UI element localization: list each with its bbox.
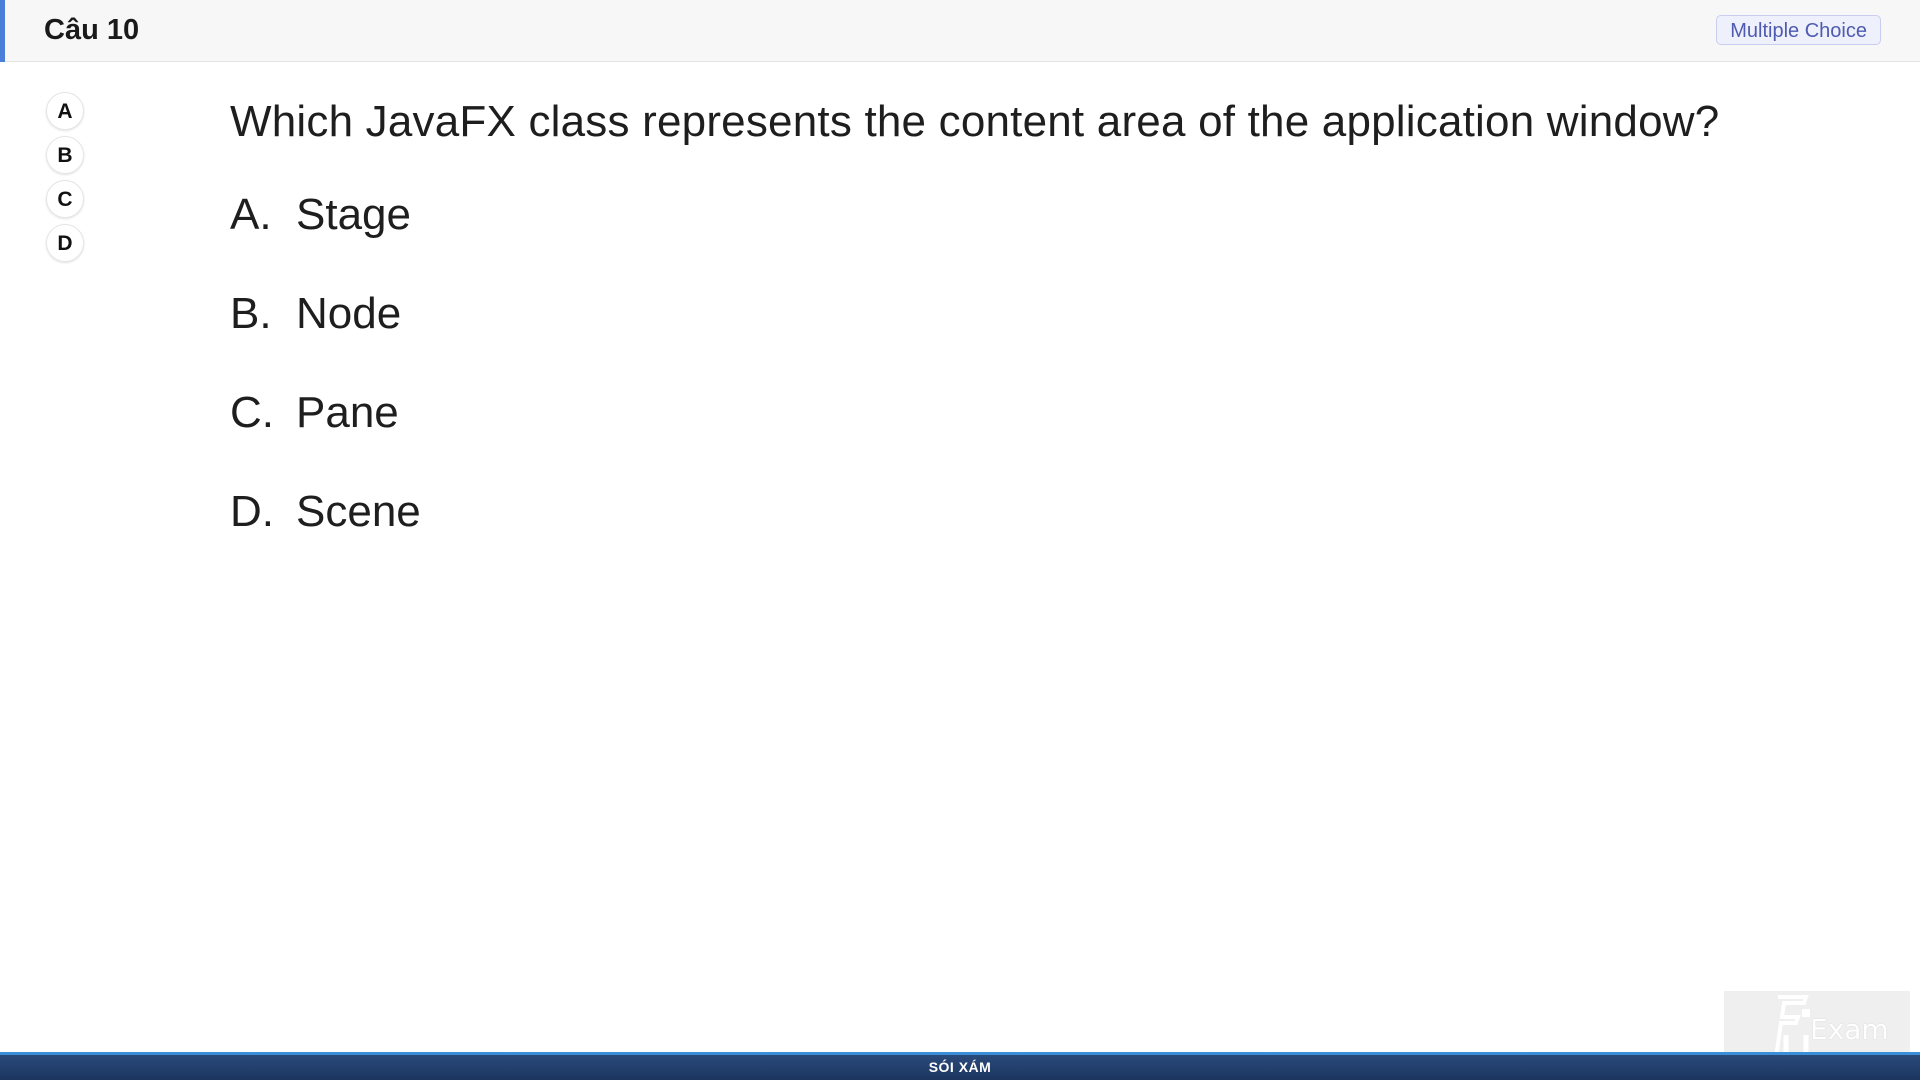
- answer-selector: A B C D: [46, 92, 86, 268]
- question-header: Câu 10 Multiple Choice: [0, 0, 1920, 62]
- question-text: Which JavaFX class represents the conten…: [230, 97, 1720, 146]
- option-letter: C.: [230, 388, 274, 437]
- option-text: Pane: [296, 388, 399, 437]
- question-type-badge: Multiple Choice: [1716, 15, 1881, 45]
- logo-text: Exam: [1810, 1013, 1889, 1046]
- header-accent-bar: [0, 0, 5, 62]
- option-b: B. Node: [230, 289, 1830, 388]
- option-letter: A.: [230, 190, 272, 239]
- footer-bar: SÓI XÁM: [0, 1052, 1920, 1080]
- answer-button-a[interactable]: A: [46, 92, 84, 130]
- option-text: Stage: [296, 190, 411, 239]
- question-number-title: Câu 10: [44, 14, 140, 46]
- question-content: Which JavaFX class represents the conten…: [230, 92, 1830, 586]
- answer-button-b[interactable]: B: [46, 136, 84, 174]
- option-list: A. Stage B. Node C. Pane D. Scene: [230, 190, 1830, 586]
- option-letter: D.: [230, 487, 274, 536]
- answer-button-d[interactable]: D: [46, 224, 84, 262]
- option-c: C. Pane: [230, 388, 1830, 487]
- option-a: A. Stage: [230, 190, 1830, 289]
- exam-page: Câu 10 Multiple Choice A B C D Which Jav…: [0, 0, 1920, 1080]
- answer-button-c[interactable]: C: [46, 180, 84, 218]
- option-d: D. Scene: [230, 487, 1830, 586]
- option-letter: B.: [230, 289, 272, 338]
- option-text: Node: [296, 289, 402, 338]
- option-text: Scene: [296, 487, 421, 536]
- footer-text: SÓI XÁM: [928, 1059, 992, 1075]
